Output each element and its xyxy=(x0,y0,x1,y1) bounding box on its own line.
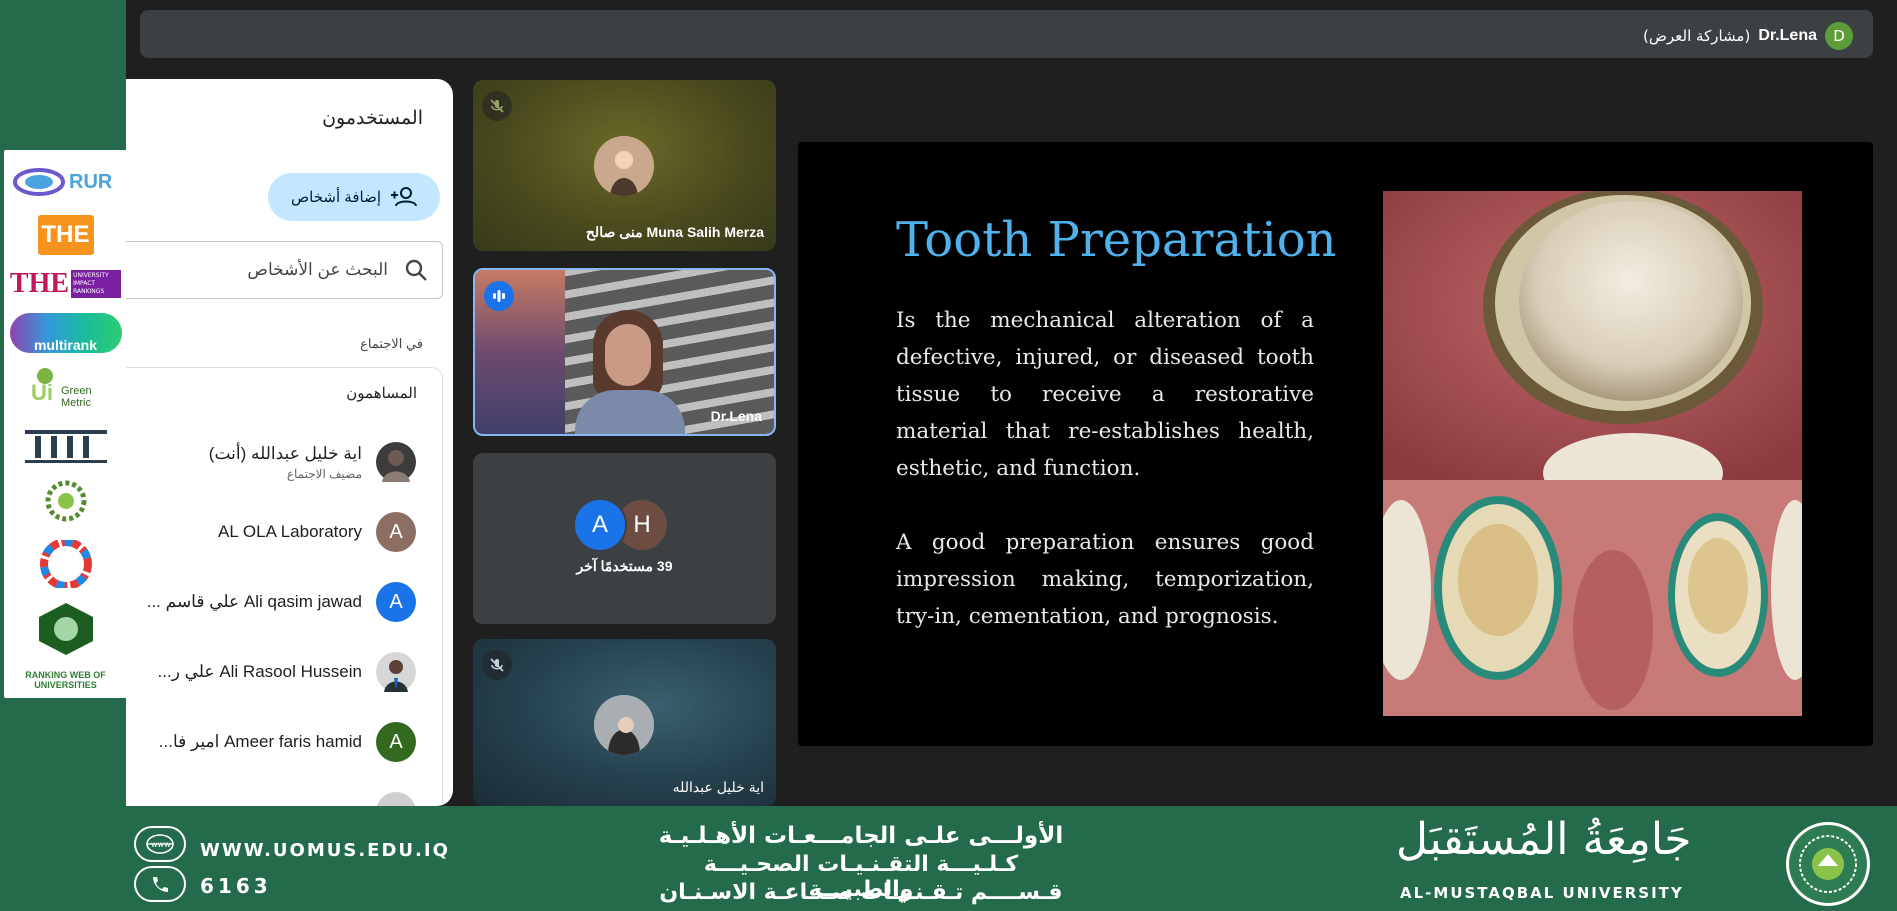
contributors-title[interactable]: المساهمون xyxy=(346,384,417,402)
the-impact-text: THE xyxy=(9,268,70,300)
presenter-indicator[interactable]: D Dr.Lena (مشاركة العرض) xyxy=(1643,22,1853,50)
speaking-indicator-icon xyxy=(484,281,514,311)
the-impact-subtitle: UNIVERSITY IMPACT RANKINGS xyxy=(71,270,122,299)
columns-institution-logo xyxy=(10,426,122,466)
people-panel: المستخدمون إضافة أشخاص البحث عن الأشخاص … xyxy=(126,79,453,806)
participant-avatar: A xyxy=(376,512,416,552)
mic-off-icon xyxy=(482,91,512,121)
participant-tile-muna[interactable]: Muna Salih Merza منى صالح xyxy=(473,80,776,251)
phone-number: 6163 xyxy=(200,874,272,898)
presenter-name: Dr.Lena xyxy=(1758,27,1817,44)
contributors-section: المساهمون اية خليل عبدالله (أنت) مضيف ال… xyxy=(126,367,443,806)
svg-text:Green: Green xyxy=(61,385,92,397)
crown-preparation-photo xyxy=(1383,191,1802,480)
participant-tile-aya[interactable]: اية خليل عبدالله xyxy=(473,639,776,806)
add-people-label: إضافة أشخاص xyxy=(291,189,381,206)
participant-avatar xyxy=(376,652,416,692)
participant-tile-label: Muna Salih Merza منى صالح xyxy=(585,224,764,240)
columns-icon xyxy=(24,429,107,463)
presenter-avatar: D xyxy=(1825,22,1853,50)
greenmetric-logo: Ui Green Metric xyxy=(10,366,122,412)
slide-body: Is the mechanical alteration of a defect… xyxy=(896,302,1314,672)
participant-tile-lena[interactable]: Dr.Lena xyxy=(473,268,776,436)
svg-text:Ui: Ui xyxy=(31,380,53,405)
mic-off-icon xyxy=(482,650,512,680)
participant-row[interactable]: A Ali qasim jawad علي قاسم ... xyxy=(147,582,416,622)
add-people-button[interactable]: إضافة أشخاص xyxy=(268,173,440,221)
others-count-label: 39 مستخدمًا آخر xyxy=(576,558,673,574)
search-people-field[interactable]: البحث عن الأشخاص xyxy=(126,241,443,299)
ranking-web-logo: RANKING WEB OF UNIVERSITIES xyxy=(10,670,122,690)
svg-text:RUR: RUR xyxy=(69,171,113,193)
laurel-wreath-icon xyxy=(45,480,86,522)
participant-name: Ameer faris hamid امير فا... xyxy=(158,732,362,751)
participant-photo xyxy=(594,695,654,755)
others-tile[interactable]: A H 39 مستخدمًا آخر xyxy=(473,453,776,624)
svg-text:Metric: Metric xyxy=(61,397,91,409)
slide-paragraph-2: A good preparation ensures good impressi… xyxy=(896,530,1314,629)
university-name-english: AL-MUSTAQBAL UNIVERSITY xyxy=(1400,884,1684,902)
the-logo: THE xyxy=(10,215,122,256)
multirank-logo: multirank xyxy=(9,313,122,354)
university-name-arabic: جَامِعَةُ المُستَقبَل xyxy=(1396,814,1692,865)
meeting-window: D Dr.Lena (مشاركة العرض) المستخدمون إضاف… xyxy=(126,0,1897,806)
greenmetric-leaf-icon: Ui Green Metric xyxy=(31,368,92,409)
participant-role: مضيف الاجتماع xyxy=(286,466,362,481)
website-url[interactable]: WWW.UOMUS.EDU.IQ xyxy=(200,840,450,861)
participant-row[interactable]: Ali Rasool Hussein علي ر... xyxy=(158,652,416,692)
svg-text:www: www xyxy=(151,840,171,849)
footer-slogan-line1: الأولـــى علـى الجامـــعـات الأهـلـيـة xyxy=(658,823,1064,849)
rur-logo: RUR xyxy=(10,158,122,202)
in-meeting-label: في الاجتماع xyxy=(360,336,423,351)
participant-row[interactable]: A AL OLA Laboratory xyxy=(218,512,416,552)
participant-name: Ali qasim jawad علي قاسم ... xyxy=(146,592,362,611)
participant-row[interactable]: A Ameer faris hamid امير فا... xyxy=(159,722,416,762)
people-panel-title: المستخدمون xyxy=(322,108,423,129)
sdg-wheel-icon xyxy=(39,539,92,588)
globe-icon: www xyxy=(134,826,186,862)
presentation-top-bar: D Dr.Lena (مشاركة العرض) xyxy=(140,10,1873,58)
participant-avatar: A xyxy=(376,582,416,622)
cord-placement-photo xyxy=(1383,480,1802,716)
arab-engineers-emblem-icon xyxy=(38,602,93,655)
sdg-logo xyxy=(10,539,122,588)
participant-tile-label: اية خليل عبدالله xyxy=(672,779,764,795)
slide-paragraph-1: Is the mechanical alteration of a defect… xyxy=(896,308,1314,481)
university-footer-banner: www WWW.UOMUS.EDU.IQ 6163 الأولـــى علـى… xyxy=(126,814,1897,911)
participant-name: Ali Rasool Hussein علي ر... xyxy=(157,662,362,681)
participant-name: اية خليل عبدالله (أنت) xyxy=(208,443,362,463)
speaker-shirt xyxy=(575,390,685,434)
search-icon xyxy=(405,259,427,281)
participant-tile-label: Dr.Lena xyxy=(710,408,762,424)
the-logo-text: THE xyxy=(37,215,94,256)
the-impact-logo: THE UNIVERSITY IMPACT RANKINGS xyxy=(10,268,122,300)
laurel-logo xyxy=(10,479,122,527)
participant-row[interactable]: اية خليل عبدالله (أنت) مضيف الاجتماع xyxy=(209,442,416,482)
others-avatar-a: A xyxy=(573,498,627,552)
add-person-icon xyxy=(391,187,417,207)
presentation-slide: Tooth Preparation Is the mechanical alte… xyxy=(798,142,1873,746)
participant-row[interactable] xyxy=(376,792,416,806)
multirank-text: multirank xyxy=(33,337,97,354)
participant-name: AL OLA Laboratory xyxy=(218,522,362,541)
arab-engineers-logo xyxy=(10,601,122,657)
presenter-status: (مشاركة العرض) xyxy=(1643,27,1751,45)
search-people-placeholder: البحث عن الأشخاص xyxy=(247,260,388,279)
ranking-web-text: RANKING WEB OF UNIVERSITIES xyxy=(25,669,106,690)
phone-icon xyxy=(134,866,186,902)
participant-avatar xyxy=(376,792,416,806)
slide-title: Tooth Preparation xyxy=(896,212,1337,268)
footer-department-line: قـســــم تـقـنـيـات صـنـاعـة الاسـنـان xyxy=(659,880,1063,905)
participant-avatar xyxy=(376,442,416,482)
university-seal-icon xyxy=(1786,822,1870,906)
participant-photo xyxy=(594,136,654,196)
rankings-logo-strip: RUR THE THE UNIVERSITY IMPACT RANKINGS m… xyxy=(4,150,127,698)
speaker-face xyxy=(605,324,651,386)
rur-emblem-icon: RUR xyxy=(12,168,113,196)
participant-avatar: A xyxy=(376,722,416,762)
